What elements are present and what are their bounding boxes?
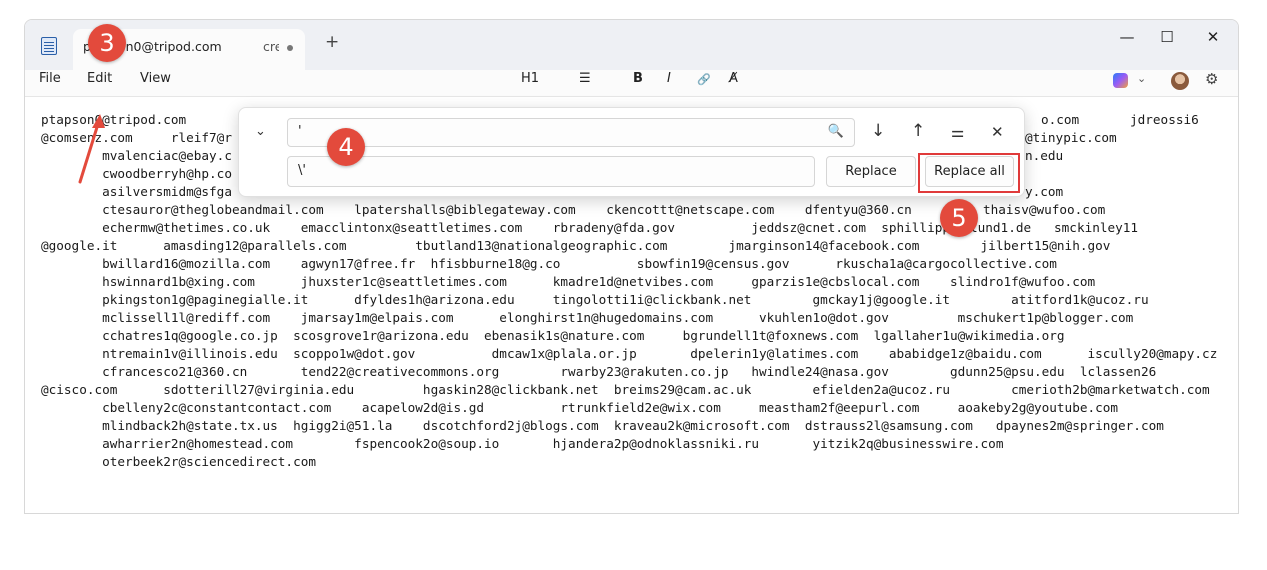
clear-formatting-icon[interactable]: A̸ — [729, 71, 738, 86]
menu-file[interactable]: File — [39, 71, 61, 86]
find-previous-arrow-icon[interactable]: ↑ — [911, 121, 925, 141]
list-icon[interactable]: ☰ — [579, 71, 591, 86]
maximize-button[interactable]: ☐ — [1157, 28, 1177, 46]
step-badge-4: 4 — [327, 128, 365, 166]
heading-button[interactable]: H1 — [521, 71, 539, 86]
unsaved-dot-icon[interactable] — [287, 45, 293, 51]
chevron-down-icon[interactable]: ⌄ — [1137, 72, 1146, 85]
replace-input[interactable]: \' — [287, 156, 815, 187]
collapse-chevron-icon[interactable]: ⌄ — [255, 124, 266, 139]
new-tab-button[interactable]: + — [325, 32, 339, 52]
text-fragment-r2-right: @tinypic.com — [1025, 130, 1117, 145]
text-fragment-r5-right: y.com — [1025, 184, 1064, 199]
text-fragment-r7-right: lund1.de smckinley11 — [970, 220, 1139, 235]
notepad-app-icon — [41, 37, 57, 55]
text-fragment-r1-mid: o.com — [1041, 112, 1080, 127]
menu-edit[interactable]: Edit — [87, 71, 112, 86]
close-find-icon[interactable]: ✕ — [991, 123, 1004, 141]
text-fragment-r6-right: thaisv@wufoo.com — [983, 202, 1106, 217]
replace-all-highlight — [918, 153, 1020, 193]
step-badge-3: 3 — [88, 24, 126, 62]
text-fragment-r1-right: jdreossi6 — [1130, 112, 1199, 127]
replace-button[interactable]: Replace — [826, 156, 916, 187]
avatar[interactable] — [1171, 72, 1189, 90]
bold-button[interactable]: B — [633, 71, 643, 86]
minimize-button[interactable]: — — [1117, 28, 1137, 46]
find-input-value: ' — [298, 124, 302, 139]
menu-bar: File Edit View H1 ☰ B I 🔗 A̸ ⌄ ⚙ — [25, 70, 1238, 97]
link-icon[interactable]: 🔗 — [697, 73, 711, 86]
title-bar: ptapson0@tripod.com cre + — ☐ ✕ — [25, 20, 1238, 71]
find-options-sliders-icon[interactable]: ⚌ — [951, 123, 964, 141]
text-fragment-r3-right: n.edu — [1025, 148, 1064, 163]
search-icon[interactable]: 🔍 — [828, 124, 844, 139]
notepad-window: ptapson0@tripod.com cre + — ☐ ✕ File Edi… — [24, 19, 1239, 514]
copilot-icon[interactable] — [1113, 73, 1128, 88]
italic-button[interactable]: I — [667, 71, 671, 86]
menu-view[interactable]: View — [140, 71, 171, 86]
tab-title-2: cre — [263, 39, 279, 54]
annotation-arrow-icon — [78, 114, 105, 184]
find-next-arrow-icon[interactable]: ↓ — [871, 121, 885, 141]
step-badge-5: 5 — [940, 199, 978, 237]
replace-input-value: \' — [298, 163, 306, 178]
find-input[interactable]: ' 🔍 — [287, 118, 855, 147]
settings-gear-icon[interactable]: ⚙ — [1205, 70, 1218, 88]
close-window-button[interactable]: ✕ — [1203, 28, 1223, 46]
